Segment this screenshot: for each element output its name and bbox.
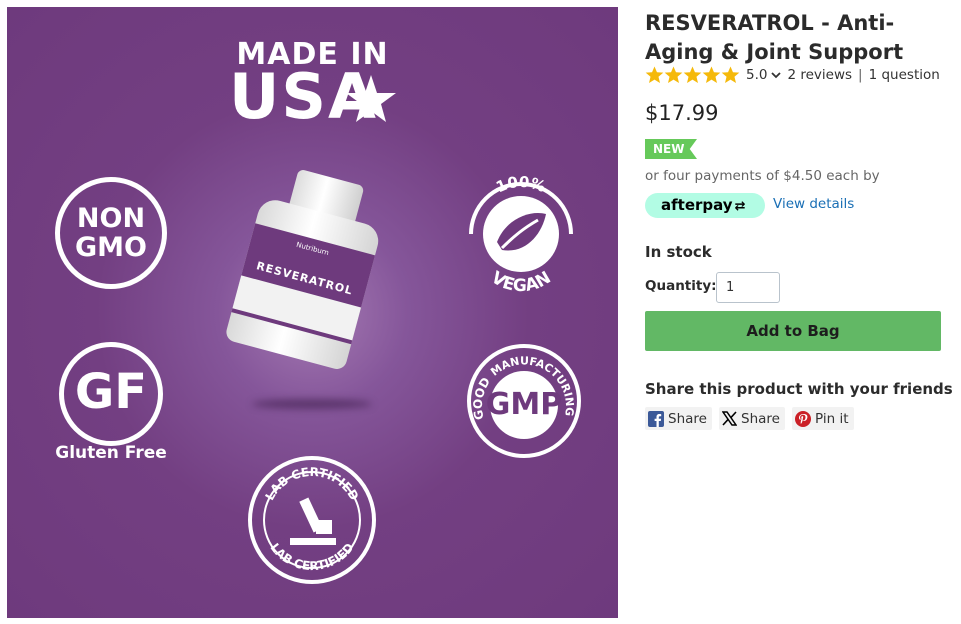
rating-value: 5.0 [746,67,768,83]
quantity-label: Quantity: [645,278,717,294]
separator: | [858,67,863,83]
facebook-icon [648,410,664,427]
new-badge: NEW [645,139,697,159]
star-icon [721,66,740,84]
chevron-down-icon[interactable] [771,71,782,79]
x-share-button[interactable]: Share [719,407,785,430]
gmp-text: GMP [485,387,563,422]
rating-row: 5.0 2 reviews | 1 question [645,66,940,84]
star-icon [346,75,396,122]
non-gmo-line2: GMO [75,232,147,263]
reviews-link[interactable]: 2 reviews [787,67,852,83]
svg-text:100%: 100% [493,173,548,196]
facebook-share-button[interactable]: Share [645,407,712,430]
add-to-bag-button[interactable]: Add to Bag [645,311,941,351]
non-gmo-line1: NON [76,203,146,234]
product-image[interactable]: MADE IN USA NON GMO GF Gluten Free 100% … [7,7,618,618]
star-icon [664,66,683,84]
pinterest-pin-label: Pin it [815,410,849,427]
product-price: $17.99 [645,101,719,125]
star-rating[interactable] [645,66,740,84]
lab-certified-bottom-text: LAB CERTIFIED [268,540,357,573]
quantity-input[interactable] [716,272,780,303]
star-icon [683,66,702,84]
bottle-shadow [252,399,372,409]
vegan-badge: 100% VEGAN [469,173,573,296]
view-details-link[interactable]: View details [773,196,854,212]
supplement-bottle: Nutriburn RESVERATROL [213,159,407,381]
star-icon [645,66,664,84]
questions-link[interactable]: 1 question [869,67,940,83]
svg-text:LAB CERTIFIED: LAB CERTIFIED [268,540,357,573]
facebook-share-label: Share [668,410,707,427]
afterpay-logo: afterpay ⇄ [645,193,765,218]
pinterest-pin-button[interactable]: Pin it [792,407,854,430]
share-title: Share this product with your friends [645,380,953,398]
gluten-free-text: Gluten Free [55,443,167,463]
afterpay-arrows-icon: ⇄ [734,199,746,214]
stock-status: In stock [645,243,712,261]
pinterest-icon [795,410,811,427]
x-share-label: Share [741,410,780,427]
gf-text: GF [74,364,148,420]
star-icon [702,66,721,84]
lab-certified-badge: LAB CERTIFIED LAB CERTIFIED [248,456,376,584]
vegan-top-text: 100% [493,173,548,196]
afterpay-text: afterpay [661,196,733,214]
x-icon [722,411,737,426]
payments-text: or four payments of $4.50 each by [645,168,880,184]
product-title: RESVERATROL - Anti-Aging & Joint Support [645,11,904,64]
